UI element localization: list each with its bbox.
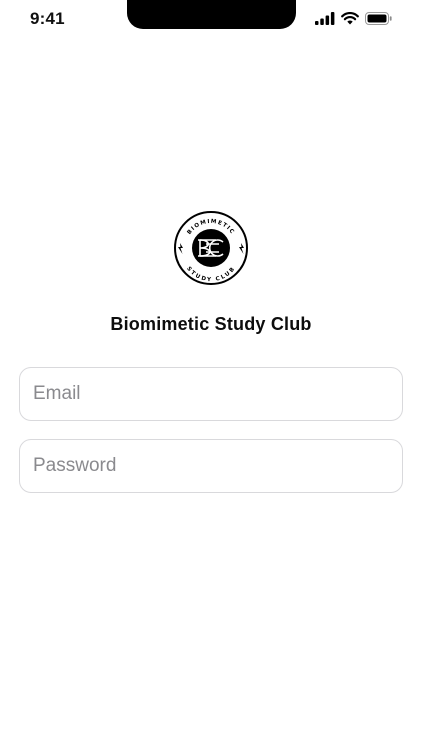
- status-time: 9:41: [30, 9, 65, 28]
- club-logo: BIOMIMETIC STUDY CLUB: [174, 211, 248, 285]
- device-notch: [127, 0, 296, 29]
- status-icons: [315, 12, 392, 25]
- login-screen: 9:41 BIOMIMETIC STUDY CLUB Biomimetic St…: [0, 0, 422, 750]
- club-title: Biomimetic Study Club: [110, 314, 312, 334]
- password-field[interactable]: [19, 439, 403, 493]
- email-field[interactable]: [19, 367, 403, 421]
- battery-icon: [365, 12, 392, 25]
- wifi-icon: [341, 12, 359, 25]
- cellular-signal-icon: [315, 12, 335, 25]
